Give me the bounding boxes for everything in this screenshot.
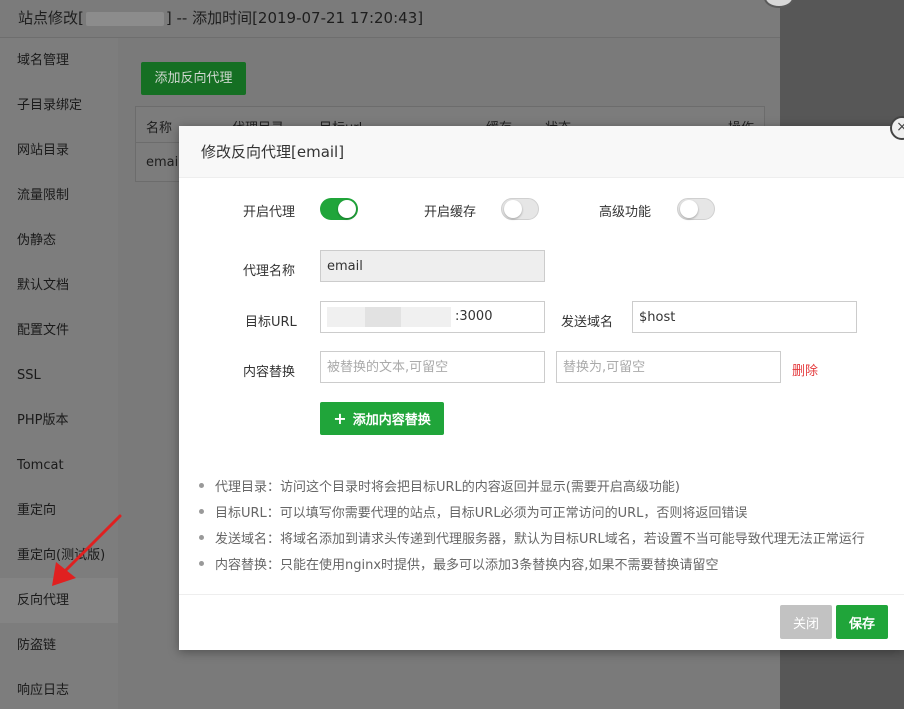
bullet-icon [199,483,204,488]
sidebar-item-label: 反向代理 [17,593,70,608]
sidebar-item-label: 域名管理 [17,53,70,68]
tip-text: 发送域名：将域名添加到请求头传递到代理服务器，默认为目标URL域名，若设置不当可… [215,532,865,547]
content-replace-label: 内容替换 [243,365,296,380]
plus-icon: + [333,409,347,428]
tip-item: 代理目录：访问这个目录时将会把目标URL的内容返回并显示(需要开启高级功能) [199,478,865,504]
sidebar-item-hotlink[interactable]: 防盗链 [0,623,118,668]
send-domain-label: 发送域名 [561,315,614,330]
edit-proxy-dialog: 修改反向代理[email] × 开启代理 开启缓存 高级功能 代理名称 目标UR… [179,116,904,650]
toggle-knob [338,200,356,218]
save-button[interactable]: 保存 [836,605,888,639]
advanced-label: 高级功能 [599,205,652,220]
bullet-icon [199,535,204,540]
add-content-replace-label: 添加内容替换 [352,413,431,428]
advanced-toggle[interactable] [677,198,715,220]
sidebar-item-config[interactable]: 配置文件 [0,308,118,353]
replace-to-input[interactable] [556,351,781,383]
redacted-domain [85,11,164,26]
bullet-icon [199,561,204,566]
redacted-host [401,307,451,327]
send-domain-input[interactable] [632,301,857,333]
sidebar-item-site-dir[interactable]: 网站目录 [0,128,118,173]
add-content-replace-button[interactable]: + 添加内容替换 [320,402,444,435]
sidebar-item-label: 子目录绑定 [17,98,83,113]
enable-proxy-label: 开启代理 [243,205,296,220]
add-reverse-proxy-button[interactable]: 添加反向代理 [141,62,246,95]
enable-cache-toggle[interactable] [501,198,539,220]
target-url-label: 目标URL [245,315,297,330]
help-tips: 代理目录：访问这个目录时将会把目标URL的内容返回并显示(需要开启高级功能) 目… [199,478,865,582]
tip-item: 发送域名：将域名添加到请求头传递到代理服务器，默认为目标URL域名，若设置不当可… [199,530,865,556]
bullet-icon [199,509,204,514]
sidebar-item-label: 默认文档 [17,278,70,293]
close-button[interactable]: 关闭 [780,605,832,639]
sidebar-item-label: 流量限制 [17,188,70,203]
proxy-name-input[interactable] [320,250,545,282]
sidebar-item-label: 配置文件 [17,323,70,338]
tip-text: 内容替换：只能在使用nginx时提供，最多可以添加3条替换内容,如果不需要替换请… [215,558,719,573]
redacted-host [365,307,401,327]
sidebar-item-label: SSL [17,368,41,383]
sidebar-item-response-log[interactable]: 响应日志 [0,668,118,709]
toggle-knob [680,200,698,218]
enable-cache-label: 开启缓存 [424,205,477,220]
target-url-input[interactable]: :3000 [320,301,545,333]
tip-text: 代理目录：访问这个目录时将会把目标URL的内容返回并显示(需要开启高级功能) [215,480,680,495]
sidebar-item-default-doc[interactable]: 默认文档 [0,263,118,308]
sidebar: 域名管理 子目录绑定 网站目录 流量限制 伪静态 默认文档 配置文件 SSL P… [0,38,118,709]
sidebar-item-php-version[interactable]: PHP版本 [0,398,118,443]
target-url-port: :3000 [455,309,493,324]
tip-item: 内容替换：只能在使用nginx时提供，最多可以添加3条替换内容,如果不需要替换请… [199,556,865,582]
enable-proxy-toggle[interactable] [320,198,358,220]
sidebar-item-label: 防盗链 [17,638,57,653]
tip-text: 目标URL：可以填写你需要代理的站点，目标URL必须为可正常访问的URL，否则将… [215,506,748,521]
sidebar-item-label: 伪静态 [17,233,57,248]
sidebar-item-rewrite[interactable]: 伪静态 [0,218,118,263]
sidebar-item-label: Tomcat [17,458,64,473]
toggle-knob [504,200,522,218]
annotation-arrow-icon [52,514,122,586]
sidebar-item-label: 网站目录 [17,143,70,158]
delete-replace-link[interactable]: 删除 [792,360,818,379]
proxy-name-label: 代理名称 [243,264,296,279]
sidebar-item-label: PHP版本 [17,413,69,428]
sidebar-item-ssl[interactable]: SSL [0,353,118,398]
sidebar-item-traffic-limit[interactable]: 流量限制 [0,173,118,218]
sidebar-item-subdir[interactable]: 子目录绑定 [0,83,118,128]
window-title-suffix: ] -- 添加时间[2019-07-21 17:20:43] [165,9,424,27]
redacted-host [327,307,367,327]
window-title-prefix: 站点修改[ [18,9,84,27]
tip-item: 目标URL：可以填写你需要代理的站点，目标URL必须为可正常访问的URL，否则将… [199,504,865,530]
sidebar-item-label: 响应日志 [17,683,70,698]
window-title: 站点修改[ ] -- 添加时间[2019-07-21 17:20:43] [0,0,780,38]
replace-from-input[interactable] [320,351,545,383]
sidebar-item-domain[interactable]: 域名管理 [0,38,118,83]
col-name: 名称 [146,121,173,136]
row-name: email [146,155,182,170]
dialog-footer-divider [179,594,904,595]
dialog-title: 修改反向代理[email] [179,126,904,178]
sidebar-item-tomcat[interactable]: Tomcat [0,443,118,488]
